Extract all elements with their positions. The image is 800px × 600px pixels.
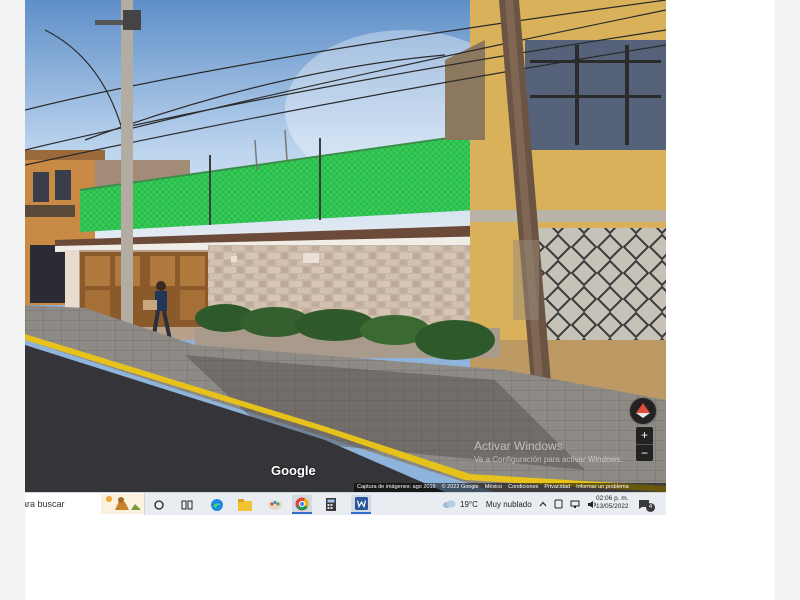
search-highlight-icon	[101, 494, 144, 514]
watermark-subtitle: Ve a Configuración para activar Windows.	[474, 455, 623, 464]
cortana-icon[interactable]	[149, 495, 169, 514]
edge-icon[interactable]	[207, 495, 227, 514]
privacy-link[interactable]: Privacidad	[544, 483, 570, 492]
chrome-icon[interactable]	[292, 495, 312, 514]
activate-windows-watermark: Activar Windows Ve a Configuración para …	[474, 439, 623, 464]
watermark-title: Activar Windows	[474, 439, 563, 453]
copyright-text: © 2022 Google	[441, 484, 479, 490]
weather-condition: Muy nublado	[485, 499, 532, 509]
terms-link[interactable]: Condiciones	[508, 483, 538, 492]
zoom-out-button[interactable]: −	[636, 445, 653, 462]
paint-icon[interactable]	[265, 495, 285, 514]
cloud-icon	[443, 500, 456, 508]
left-margin	[0, 0, 25, 600]
capture-date: Captura de imágenes: ago 2019	[357, 484, 436, 490]
report-problem-link[interactable]: Informar un problema	[576, 483, 629, 492]
clock-date: 13/05/2022	[596, 503, 629, 510]
street-photo	[25, 0, 666, 492]
onedrive-icon[interactable]	[554, 499, 563, 509]
chevron-up-icon[interactable]	[539, 501, 547, 507]
system-tray	[539, 493, 597, 515]
zoom-in-button[interactable]: +	[636, 427, 653, 445]
zoom-control: + −	[636, 427, 653, 461]
right-margin	[775, 0, 800, 600]
clock-time: 02:06 p. m.	[596, 495, 629, 502]
google-logo: Google	[271, 463, 316, 478]
country-link[interactable]: México	[485, 483, 502, 492]
calculator-icon[interactable]	[321, 495, 341, 514]
taskbar-clock[interactable]: 02:06 p. m. 13/05/2022	[596, 495, 629, 511]
compass-button[interactable]	[630, 398, 656, 424]
notification-count-badge: 4	[646, 503, 655, 512]
word-icon[interactable]	[351, 495, 371, 514]
taskbar-search-box[interactable]: ara buscar	[25, 493, 145, 515]
weather-widget[interactable]: 19°C Muy nublado	[442, 493, 532, 515]
notification-center-button[interactable]: 4	[638, 497, 655, 512]
street-view-panorama[interactable]: Google Activar Windows Ve a Configuració…	[25, 0, 666, 492]
windows-taskbar: ara buscar 19°C Muy nublado 02:06 p. m. …	[25, 492, 666, 515]
file-explorer-icon[interactable]	[235, 495, 255, 514]
weather-temp: 19°C	[460, 499, 478, 509]
attribution-bar: Captura de imágenes: ago 2019 © 2022 Goo…	[354, 483, 666, 492]
search-placeholder: ara buscar	[25, 499, 65, 509]
task-view-icon[interactable]	[177, 495, 197, 514]
network-icon[interactable]	[570, 500, 580, 509]
compass-icon	[636, 403, 650, 418]
